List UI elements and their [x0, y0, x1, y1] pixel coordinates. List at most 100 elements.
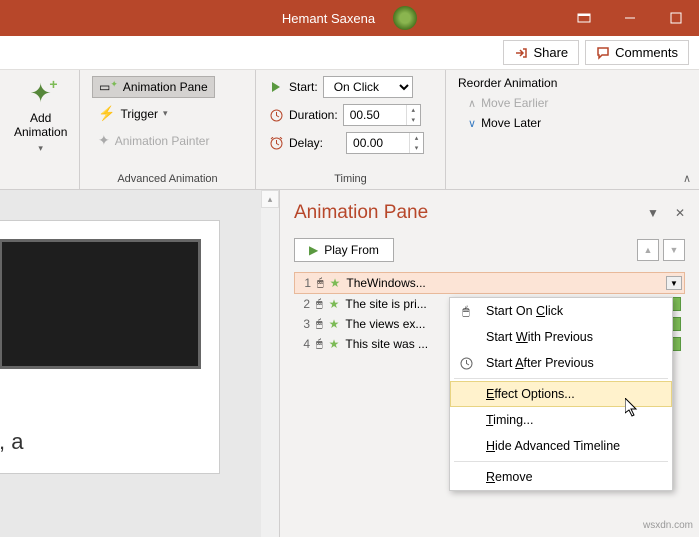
context-remove[interactable]: Remove: [450, 464, 672, 490]
divider: [454, 461, 668, 462]
play-icon: ▶: [309, 243, 318, 257]
lightning-icon: ⚡: [98, 105, 115, 122]
context-label: Timing...: [486, 413, 533, 427]
user-avatar[interactable]: [393, 6, 417, 30]
play-from-label: Play From: [324, 243, 379, 257]
maximize-button[interactable]: [653, 0, 699, 36]
context-label: Effect Options...: [486, 387, 575, 401]
animation-pane-title: Animation Pane: [294, 202, 428, 224]
trigger-button[interactable]: ⚡ Trigger ▾: [92, 102, 215, 125]
start-select[interactable]: On Click: [323, 76, 413, 98]
share-button[interactable]: Share: [503, 40, 579, 65]
context-start-with-previous[interactable]: Start With Previous: [450, 324, 672, 350]
pane-icon: ▭✦: [99, 80, 118, 94]
context-start-after-previous[interactable]: Start After Previous: [450, 350, 672, 376]
add-animation-button[interactable]: ✦+ AddAnimation ▾: [8, 74, 73, 187]
plus-icon: +: [49, 76, 57, 92]
up-arrow-icon: ∧: [468, 97, 476, 110]
share-label: Share: [533, 45, 568, 60]
animation-painter-button: ✦ Animation Painter: [92, 129, 215, 152]
animation-number: 3: [298, 317, 310, 331]
comments-icon: [596, 46, 610, 60]
duration-input[interactable]: [344, 106, 406, 124]
spinner-down[interactable]: ▾: [409, 143, 423, 153]
move-earlier-button: ∧ Move Earlier: [458, 96, 557, 110]
move-later-label: Move Later: [481, 116, 541, 130]
move-up-button[interactable]: ▲: [637, 239, 659, 261]
context-label: Remove: [486, 470, 533, 484]
minimize-button[interactable]: [607, 0, 653, 36]
share-icon: [514, 46, 528, 60]
slide-area: ▴ , a: [0, 190, 279, 537]
delay-input-wrap[interactable]: ▴▾: [346, 132, 424, 154]
play-icon: [268, 79, 284, 95]
comments-label: Comments: [615, 45, 678, 60]
animation-dropdown-button[interactable]: ▼: [666, 276, 682, 290]
move-down-button[interactable]: ▼: [663, 239, 685, 261]
watermark: wsxdn.com: [643, 520, 693, 531]
spinner-down[interactable]: ▾: [406, 115, 420, 125]
effect-star-icon: ★: [329, 337, 340, 351]
animation-pane-button[interactable]: ▭✦ Animation Pane: [92, 76, 215, 98]
animation-painter-label: Animation Painter: [115, 134, 210, 148]
ribbon-display-options-button[interactable]: [561, 0, 607, 36]
delay-input[interactable]: [347, 134, 409, 152]
dropdown-arrow-icon: ▾: [163, 108, 168, 119]
mouse-icon: 🖱: [316, 338, 323, 351]
move-later-button[interactable]: ∨ Move Later: [458, 116, 557, 130]
down-arrow-icon: ∨: [468, 117, 476, 130]
trigger-label: Trigger: [120, 107, 158, 121]
context-menu: 🖱 Start On Click Start With Previous Sta…: [449, 297, 673, 491]
titlebar-title: Hemant Saxena: [282, 11, 375, 26]
ribbon-group-advanced-animation: ▭✦ Animation Pane ⚡ Trigger ▾ ✦ Animatio…: [80, 70, 256, 189]
duration-input-wrap[interactable]: ▴▾: [343, 104, 421, 126]
add-animation-label: AddAnimation ▾: [14, 111, 67, 154]
context-label: Hide Advanced Timeline: [486, 439, 620, 453]
ribbon-group-add: ✦+ AddAnimation ▾: [0, 70, 80, 189]
dropdown-arrow-icon: ▾: [38, 143, 43, 153]
start-label: Start:: [289, 80, 318, 94]
animation-number: 1: [299, 276, 311, 290]
duration-label: Duration:: [289, 108, 338, 122]
comments-button[interactable]: Comments: [585, 40, 689, 65]
mouse-icon: 🖱: [458, 303, 474, 319]
animation-item[interactable]: 1 🖱 ★ TheWindows... ▼: [294, 272, 685, 294]
scroll-up-button[interactable]: ▴: [261, 190, 279, 208]
divider: [454, 378, 668, 379]
collapse-ribbon-button[interactable]: ∧: [683, 172, 691, 185]
window-controls: [561, 0, 699, 36]
context-label: Start On Click: [486, 304, 563, 318]
effect-star-icon: ★: [329, 317, 340, 331]
animation-pane-header: Animation Pane ▼ ✕: [280, 190, 699, 232]
context-label: Start With Previous: [486, 330, 593, 344]
animation-number: 2: [298, 297, 310, 311]
play-from-button[interactable]: ▶ Play From: [294, 238, 394, 262]
play-row: ▶ Play From ▲ ▼: [280, 232, 699, 268]
animation-pane-label: Animation Pane: [123, 80, 208, 94]
close-pane-button[interactable]: ✕: [675, 206, 685, 220]
animation-text: TheWindows...: [346, 276, 664, 290]
slide-scrollbar[interactable]: ▴: [261, 190, 279, 537]
move-earlier-label: Move Earlier: [481, 96, 548, 110]
titlebar: Hemant Saxena: [0, 0, 699, 36]
slide-text: , a: [0, 429, 201, 455]
star-icon: ✦+: [30, 78, 52, 109]
ribbon-group-reorder: Reorder Animation ∧ Move Earlier ∨ Move …: [446, 70, 699, 189]
slide[interactable]: , a: [0, 220, 220, 474]
clock-icon: [458, 355, 474, 371]
spinner-up[interactable]: ▴: [406, 105, 420, 115]
reorder-title: Reorder Animation: [458, 76, 557, 90]
spinner-up[interactable]: ▴: [409, 133, 423, 143]
mouse-icon: 🖱: [316, 318, 323, 331]
animation-number: 4: [298, 337, 310, 351]
delay-label: Delay:: [289, 136, 323, 150]
slide-placeholder[interactable]: [0, 239, 201, 369]
context-label: Start After Previous: [486, 356, 594, 370]
timing-group-label: Timing: [264, 171, 437, 187]
pane-options-button[interactable]: ▼: [647, 206, 659, 220]
context-hide-advanced-timeline[interactable]: Hide Advanced Timeline: [450, 433, 672, 459]
context-start-on-click[interactable]: 🖱 Start On Click: [450, 298, 672, 324]
cursor-icon: [625, 398, 641, 423]
effect-star-icon: ★: [330, 276, 341, 290]
mouse-icon: 🖱: [316, 298, 323, 311]
